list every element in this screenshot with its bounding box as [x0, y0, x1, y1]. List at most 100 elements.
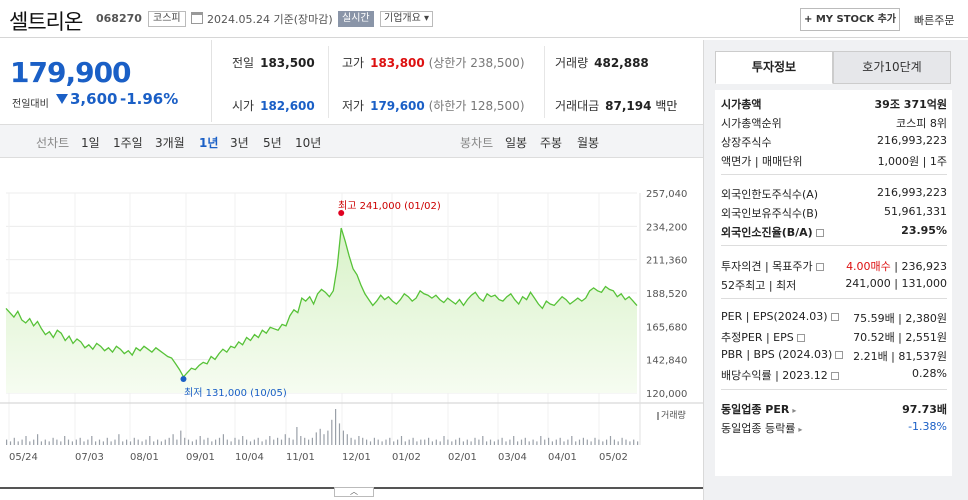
volume-bar: [308, 439, 310, 445]
volume-bar: [354, 439, 356, 445]
period-1y[interactable]: 1년: [199, 134, 218, 151]
volume-bar: [319, 428, 321, 445]
volume-bar: [327, 430, 329, 445]
price-area: [6, 228, 637, 393]
volume-bar: [257, 437, 259, 445]
prev-compare-label: 전일대비: [12, 99, 49, 110]
volume-legend: 거래량: [657, 408, 686, 421]
volume-bar: [137, 439, 139, 445]
volume-bar: [25, 436, 27, 445]
help-icon[interactable]: [815, 263, 824, 271]
volume-bar: [571, 436, 573, 445]
volume-bar: [238, 439, 240, 445]
volume-bar: [118, 434, 120, 445]
volume-bar: [369, 441, 372, 445]
volume-bar: [455, 439, 457, 445]
candle-daily[interactable]: 일봉: [505, 134, 527, 151]
volume-bar: [609, 436, 612, 445]
x-tick-label: 11/01: [286, 452, 315, 463]
x-tick-label: 07/03: [75, 452, 104, 463]
help-icon[interactable]: [835, 351, 844, 359]
price-stats: 전일 183,500 시가 182,600 고가 183,800 (상한가 238,5…: [211, 40, 701, 122]
period-3y[interactable]: 3년: [230, 134, 249, 151]
volume-bar: [509, 439, 511, 445]
quick-order-link[interactable]: 빠른주문: [914, 12, 954, 28]
volume-bar: [64, 436, 66, 445]
volume-bar: [544, 439, 546, 445]
candle-weekly[interactable]: 주봉: [540, 134, 562, 151]
period-1d[interactable]: 1일: [81, 134, 100, 151]
volume-bar: [536, 441, 538, 445]
add-my-stock-button[interactable]: + MY STOCK 추가: [800, 8, 900, 31]
volume-bar: [222, 434, 224, 445]
volume-bar: [48, 441, 50, 445]
volume-bar: [126, 439, 128, 445]
corp-overview-dropdown[interactable]: 기업개요 ▾: [380, 11, 433, 27]
volume-bar: [606, 439, 608, 445]
volume-bar: [60, 441, 62, 445]
period-3m[interactable]: 3개월: [155, 134, 185, 151]
volume-bar: [315, 432, 317, 445]
volume-bar: [338, 423, 341, 445]
volume-bar: [122, 441, 124, 445]
volume-bar: [129, 441, 132, 445]
candle-monthly[interactable]: 월봉: [577, 134, 599, 151]
help-icon[interactable]: [796, 334, 805, 342]
x-tick-label: 08/01: [130, 452, 159, 463]
volume-bar: [470, 441, 472, 445]
realtime-button[interactable]: 실시간: [338, 11, 374, 27]
volume-bar: [160, 441, 162, 445]
y-tick-label: 142,840: [646, 356, 687, 367]
volume-bar: [412, 437, 414, 445]
volume-bar: [400, 436, 403, 445]
price-summary: 179,900 전일대비 3,600 -1.96%: [4, 40, 211, 122]
help-icon[interactable]: [830, 372, 839, 380]
help-icon[interactable]: [830, 313, 839, 321]
volume-bar: [145, 439, 147, 445]
x-tick-label: 04/01: [548, 452, 577, 463]
chevron-up-icon[interactable]: ︿: [334, 487, 374, 497]
tab-order-book[interactable]: 호가10단계: [833, 51, 951, 84]
volume-bar: [613, 439, 615, 445]
volume-bar: [567, 439, 569, 445]
volume-bar: [424, 439, 426, 445]
triangle-right-icon[interactable]: ▸: [798, 425, 802, 434]
period-5y[interactable]: 5년: [263, 134, 282, 151]
volume-bar: [602, 441, 604, 445]
investment-info-panel: 투자정보 호가10단계 시가총액 39조 371억원 시가총액순위 코스피 8위 상…: [703, 40, 968, 500]
volume-bar: [246, 439, 248, 445]
triangle-right-icon[interactable]: ▸: [792, 406, 796, 415]
y-tick-label: 257,040: [646, 189, 687, 200]
volume-bar: [582, 437, 584, 445]
volume-bar: [501, 437, 503, 445]
tab-investment-info[interactable]: 투자정보: [715, 51, 833, 84]
volume-bar: [362, 437, 364, 445]
x-tick-label: 02/01: [448, 452, 477, 463]
help-icon[interactable]: [815, 229, 824, 237]
down-triangle-icon: [56, 94, 68, 104]
stat-high: 고가 183,800 (상한가 238,500): [342, 56, 525, 70]
volume-bar: [195, 439, 197, 445]
stock-code: 068270: [96, 12, 142, 25]
y-tick-label: 211,360: [646, 256, 687, 267]
period-1w[interactable]: 1주일: [113, 134, 143, 151]
volume-bar: [594, 437, 596, 445]
volume-bar: [548, 437, 550, 445]
period-10y[interactable]: 10년: [295, 134, 321, 151]
y-tick-label: 165,680: [646, 322, 687, 333]
volume-bar: [168, 437, 170, 445]
volume-bar: [67, 439, 70, 445]
volume-bar: [350, 437, 352, 445]
volume-bar: [625, 439, 627, 445]
volume-bar: [215, 439, 217, 445]
volume-bar: [551, 441, 553, 445]
volume-bar: [431, 441, 433, 445]
volume-bar: [280, 439, 283, 445]
volume-bar: [110, 441, 112, 445]
x-tick-label: 05/02: [599, 452, 628, 463]
volume-bar: [191, 441, 193, 445]
volume-bar: [79, 437, 81, 445]
volume-bar: [296, 427, 298, 445]
volume-bar: [226, 439, 228, 445]
volume-bar: [242, 436, 244, 445]
